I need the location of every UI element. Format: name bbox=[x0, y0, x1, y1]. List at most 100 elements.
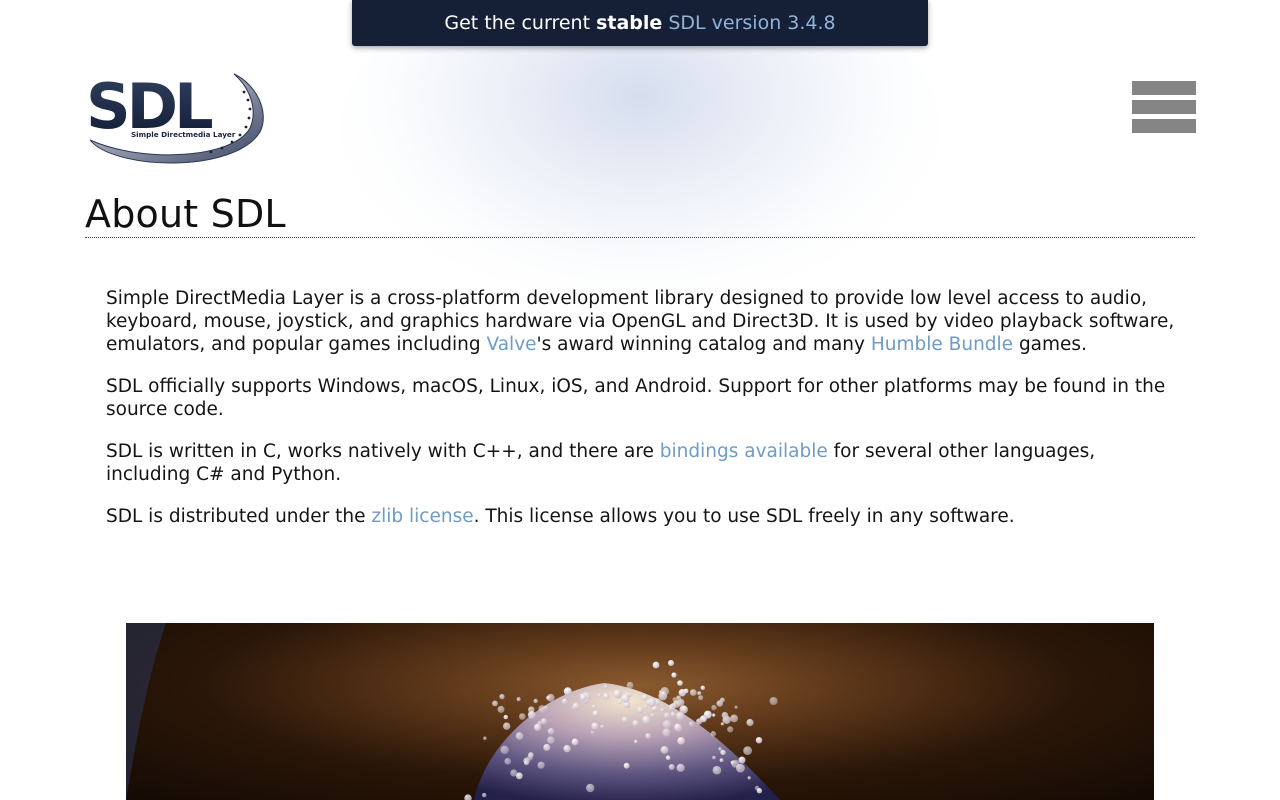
droplet bbox=[672, 700, 681, 708]
droplet bbox=[720, 697, 725, 703]
droplet bbox=[547, 736, 555, 744]
droplet bbox=[718, 747, 722, 751]
droplet bbox=[519, 713, 526, 720]
droplet bbox=[734, 705, 738, 709]
droplet bbox=[747, 776, 751, 780]
droplet bbox=[676, 695, 681, 701]
droplet bbox=[736, 763, 745, 773]
droplet bbox=[572, 702, 580, 710]
droplet bbox=[641, 694, 648, 701]
droplet bbox=[538, 705, 546, 713]
zlib-license-link[interactable]: zlib license bbox=[371, 506, 473, 527]
droplet bbox=[670, 711, 676, 717]
droplet bbox=[597, 693, 602, 698]
droplet bbox=[727, 726, 734, 733]
languages-text-a: SDL is written in C, works natively with… bbox=[106, 441, 660, 462]
droplet bbox=[527, 711, 536, 719]
paragraph-intro: Simple DirectMedia Layer is a cross-plat… bbox=[106, 287, 1176, 356]
droplet bbox=[721, 711, 729, 719]
droplet bbox=[561, 698, 568, 705]
droplet bbox=[604, 684, 608, 689]
droplet bbox=[504, 758, 512, 765]
droplet bbox=[546, 695, 551, 700]
droplet bbox=[591, 722, 599, 730]
droplet bbox=[600, 724, 604, 729]
droplet bbox=[720, 749, 726, 756]
license-text-a: SDL is distributed under the bbox=[106, 506, 372, 527]
banner-prefix: Get the current bbox=[444, 12, 597, 34]
droplet bbox=[662, 719, 672, 729]
droplet bbox=[503, 714, 508, 720]
droplet bbox=[613, 689, 622, 698]
droplet bbox=[711, 704, 717, 711]
droplet bbox=[756, 788, 763, 794]
droplet bbox=[590, 730, 595, 735]
droplet bbox=[712, 765, 722, 775]
droplet bbox=[688, 721, 694, 727]
droplet bbox=[503, 722, 511, 730]
sdl-version-link[interactable]: SDL version 3.4.8 bbox=[668, 12, 835, 34]
droplet bbox=[642, 715, 651, 725]
droplet bbox=[700, 685, 705, 690]
droplet bbox=[668, 764, 675, 770]
droplet bbox=[636, 706, 644, 714]
version-banner: Get the current stable SDL version 3.4.8 bbox=[352, 0, 928, 46]
hero-droplet-dome-graphic bbox=[126, 623, 780, 800]
droplet bbox=[677, 680, 683, 686]
droplet bbox=[623, 762, 630, 769]
page: Get the current stable SDL version 3.4.8 bbox=[0, 0, 1280, 800]
droplet bbox=[652, 661, 660, 669]
droplet bbox=[592, 705, 596, 709]
paragraph-languages: SDL is written in C, works natively with… bbox=[106, 440, 1176, 486]
droplet bbox=[500, 745, 509, 754]
license-text-b: . This license allows you to use SDL fre… bbox=[473, 506, 1015, 527]
paragraph-license: SDL is distributed under the zlib licens… bbox=[106, 505, 1176, 528]
droplet bbox=[703, 710, 712, 719]
droplet bbox=[632, 720, 639, 727]
droplet bbox=[712, 755, 716, 760]
sdl-logo-graphic: SDL Simple Directmedia Layer bbox=[86, 70, 264, 164]
bindings-link[interactable]: bindings available bbox=[660, 441, 828, 462]
droplet bbox=[523, 760, 529, 766]
page-title: About SDL bbox=[85, 192, 286, 236]
menu-bar bbox=[1132, 81, 1196, 95]
droplet bbox=[652, 705, 658, 712]
droplet bbox=[580, 694, 587, 701]
hamburger-menu-icon[interactable] bbox=[1132, 81, 1196, 133]
droplet bbox=[710, 731, 717, 737]
droplet bbox=[534, 723, 542, 731]
droplet bbox=[677, 737, 685, 745]
droplet bbox=[592, 710, 599, 717]
droplet bbox=[662, 728, 671, 737]
hero-image bbox=[126, 623, 1154, 800]
intro-text-b: 's award winning catalog and many bbox=[536, 334, 871, 355]
droplet bbox=[537, 761, 545, 769]
droplet bbox=[533, 698, 538, 704]
droplet bbox=[730, 714, 738, 723]
droplet bbox=[515, 732, 524, 740]
droplet bbox=[746, 718, 754, 727]
banner-stable-label: stable bbox=[596, 12, 663, 34]
title-divider bbox=[85, 237, 1195, 238]
droplet bbox=[730, 760, 735, 765]
droplet bbox=[516, 697, 521, 702]
droplet bbox=[603, 693, 610, 700]
droplet bbox=[769, 697, 778, 705]
sdl-logo[interactable]: SDL Simple Directmedia Layer bbox=[84, 66, 266, 168]
droplet bbox=[510, 769, 518, 777]
droplet bbox=[617, 700, 622, 705]
humble-bundle-link[interactable]: Humble Bundle bbox=[871, 334, 1013, 355]
droplet bbox=[676, 711, 685, 721]
droplet bbox=[720, 722, 724, 726]
droplet bbox=[665, 755, 671, 760]
droplet bbox=[645, 733, 651, 739]
valve-link[interactable]: Valve bbox=[487, 334, 537, 355]
droplet bbox=[563, 744, 571, 753]
droplet bbox=[492, 700, 498, 707]
droplet bbox=[674, 723, 681, 731]
droplet bbox=[634, 739, 638, 744]
droplet bbox=[712, 713, 716, 717]
droplet bbox=[626, 681, 634, 689]
droplet bbox=[497, 705, 505, 713]
logo-tagline: Simple Directmedia Layer bbox=[131, 130, 236, 139]
